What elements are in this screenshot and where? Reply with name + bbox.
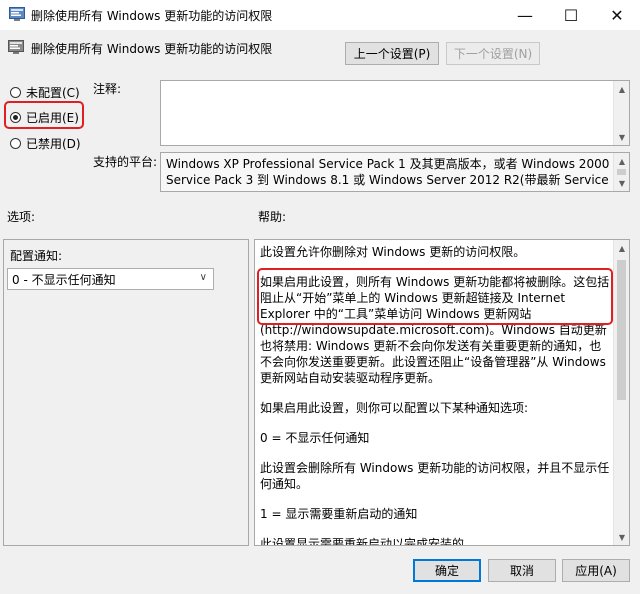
radio-button-icon xyxy=(10,138,21,149)
scroll-up-icon[interactable]: ▲ xyxy=(614,240,629,256)
scroll-up-icon[interactable]: ▲ xyxy=(614,153,630,169)
setting-icon xyxy=(8,40,24,54)
help-paragraph: 如果启用此设置，则你可以配置以下某种通知选项: xyxy=(260,401,529,415)
scroll-down-icon[interactable]: ▼ xyxy=(614,129,630,145)
ok-button[interactable]: 确定 xyxy=(413,559,481,582)
radio-label: 已启用(E) xyxy=(26,111,79,125)
platform-label: 支持的平台: xyxy=(93,155,158,169)
comment-scrollbar[interactable]: ▲ ▼ xyxy=(613,81,629,145)
title-bar[interactable]: 删除使用所有 Windows 更新功能的访问权限 — ☐ ✕ xyxy=(0,0,640,30)
help-paragraph: 1 = 显示需要重新启动的通知 xyxy=(260,507,418,521)
help-paragraph: (http://windowsupdate.microsoft.com)。Win… xyxy=(260,323,607,385)
radio-enabled[interactable]: 已启用(E) xyxy=(10,109,79,126)
radio-not-configured[interactable]: 未配置(C) xyxy=(10,84,80,101)
radio-label: 已禁用(D) xyxy=(26,137,81,151)
next-setting-button[interactable]: 下一个设置(N) xyxy=(446,42,540,65)
help-paragraph: 此设置会删除所有 Windows 更新功能的访问权限，并且不显示任何通知。 xyxy=(260,461,610,491)
cancel-button[interactable]: 取消 xyxy=(488,559,556,582)
radio-button-icon xyxy=(10,87,21,98)
options-heading: 选项: xyxy=(7,210,36,224)
previous-setting-button[interactable]: 上一个设置(P) xyxy=(345,42,439,65)
minimize-icon: — xyxy=(517,5,533,25)
help-paragraph: 0 = 不显示任何通知 xyxy=(260,431,370,445)
minimize-button[interactable]: — xyxy=(502,0,548,30)
radio-disabled[interactable]: 已禁用(D) xyxy=(10,135,81,152)
platform-box: Windows XP Professional Service Pack 1 及… xyxy=(160,152,630,192)
window-title: 删除使用所有 Windows 更新功能的访问权限 xyxy=(31,9,273,23)
scroll-down-icon[interactable]: ▼ xyxy=(614,175,630,191)
help-paragraph: 此设置允许你删除对 Windows 更新的访问权限。 xyxy=(260,245,526,259)
help-paragraph: 此设置显示需要重新启动以完成安装的 xyxy=(260,537,465,546)
platform-scrollbar[interactable]: ▲ ▼ xyxy=(613,153,629,191)
radio-button-icon xyxy=(10,112,21,123)
notify-dropdown-value: 0 - 不显示任何通知 xyxy=(12,272,116,287)
maximize-icon: ☐ xyxy=(563,5,579,25)
comment-label: 注释: xyxy=(93,82,122,96)
scroll-up-icon[interactable]: ▲ xyxy=(614,81,630,97)
radio-label: 未配置(C) xyxy=(26,86,80,100)
chevron-down-icon: ∨ xyxy=(199,272,207,283)
help-scrollbar[interactable]: ▲ ▼ xyxy=(613,240,629,545)
maximize-button[interactable]: ☐ xyxy=(548,0,594,30)
scroll-thumb[interactable] xyxy=(617,260,626,400)
policy-icon xyxy=(9,7,25,21)
highlight-box-help xyxy=(257,268,613,325)
comment-textarea[interactable]: ▲ ▼ xyxy=(160,80,630,146)
notify-dropdown[interactable]: 0 - 不显示任何通知 ∨ xyxy=(7,268,214,290)
close-icon: ✕ xyxy=(610,5,624,25)
close-button[interactable]: ✕ xyxy=(594,0,640,30)
help-heading: 帮助: xyxy=(258,210,287,224)
notify-label: 配置通知: xyxy=(10,249,63,263)
apply-button[interactable]: 应用(A) xyxy=(562,559,630,582)
scroll-down-icon[interactable]: ▼ xyxy=(614,529,629,545)
setting-title: 删除使用所有 Windows 更新功能的访问权限 xyxy=(31,42,273,56)
platform-text: Windows XP Professional Service Pack 1 及… xyxy=(166,157,610,186)
